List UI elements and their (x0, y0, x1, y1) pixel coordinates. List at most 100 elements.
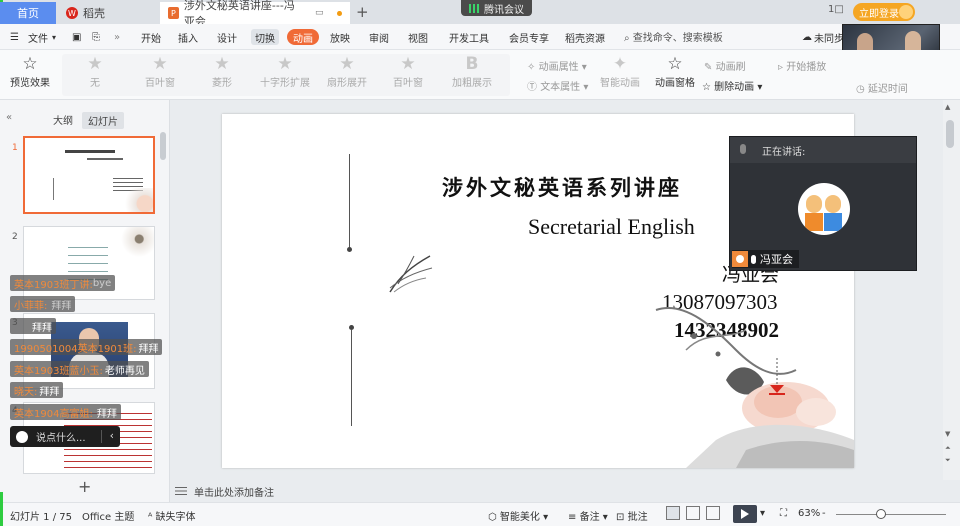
monitor-icon[interactable]: ▭ (315, 8, 324, 18)
smart-beautify-button[interactable]: ⬡ 智能美化 ▾ (488, 508, 548, 523)
effect-bold-show[interactable]: B 加粗展示 (452, 54, 492, 89)
slide-thumbnail-1[interactable] (23, 136, 155, 214)
panel-scrollbar[interactable] (160, 132, 166, 160)
effect-label: 百叶窗 (393, 78, 423, 89)
scroll-down-icon[interactable]: ▼ (945, 430, 950, 438)
chat-text: 拜拜 (51, 300, 72, 312)
microphone-icon (740, 144, 746, 154)
comment-button[interactable]: ⊡ 批注 (616, 508, 648, 523)
animation-brush-label: 动画刷 (715, 62, 746, 73)
sync-label: 未同步 (814, 33, 844, 45)
theme-name[interactable]: Office 主题 (82, 508, 134, 523)
save-icon[interactable]: ▣ (72, 29, 81, 45)
text-properties-dropdown[interactable]: Ⓣ 文本属性 ▾ (527, 78, 588, 93)
command-search[interactable]: ⌕ 查找命令、搜索模板 (624, 29, 723, 44)
preview-effect-button[interactable]: ☆ 预览效果 (10, 54, 50, 89)
menu-developer[interactable]: 开发工具 (449, 29, 489, 45)
zoom-slider[interactable] (836, 514, 946, 515)
start-play-dropdown[interactable]: ▹ 开始播放 (778, 58, 826, 73)
effect-cross-expand[interactable]: ★ 十字形扩展 (260, 54, 310, 89)
play-options-icon[interactable]: ▾ (760, 508, 765, 519)
speaking-panel[interactable]: 正在讲话: 冯亚会 (729, 136, 917, 271)
notes-bar[interactable]: 单击此处添加备注 (171, 480, 960, 502)
fit-window-icon[interactable]: ⛶ (780, 508, 787, 519)
tab-document[interactable]: P 涉外文秘英语讲座---冯亚会 ▭ (160, 0, 350, 28)
collapse-icon[interactable]: « (6, 112, 12, 123)
meeting-indicator[interactable]: 腾讯会议 (461, 0, 532, 16)
menu-review[interactable]: 审阅 (369, 29, 389, 45)
menu-slideshow[interactable]: 放映 (330, 29, 350, 45)
hamburger-icon[interactable]: ☰ (10, 29, 19, 45)
chat-input[interactable]: 说点什么... ‹ (10, 426, 120, 447)
effect-blinds[interactable]: ★ 百叶窗 (145, 54, 175, 89)
effect-none[interactable]: ★ 无 (84, 54, 106, 89)
menu-member[interactable]: 会员专享 (509, 29, 549, 45)
prev-page-icon[interactable]: ⏶ (945, 444, 951, 453)
tab-docer[interactable]: W 稻壳 (58, 2, 158, 24)
menu-design[interactable]: 设计 (217, 29, 237, 45)
slide-sorter-icon[interactable] (686, 506, 700, 520)
zoom-level[interactable]: 63% (798, 508, 820, 519)
vertical-scrollbar[interactable]: ▲ ▼ ⏶ ⏷ (943, 100, 960, 480)
decorative-dot (347, 247, 352, 252)
more-icon[interactable]: » (114, 29, 120, 45)
emoji-icon[interactable] (16, 430, 28, 443)
new-tab-icon[interactable]: + (356, 3, 369, 21)
chevron-left-icon[interactable]: ‹ (110, 429, 114, 442)
tab-slides[interactable]: 幻灯片 (82, 112, 124, 129)
comment-icon: ⊡ (616, 512, 625, 523)
chat-message: 英本1903班蓝小玉: 老师再见 (10, 361, 149, 377)
window-edge (0, 492, 3, 526)
tab-home[interactable]: 首页 (0, 2, 56, 24)
add-slide-icon[interactable]: + (78, 477, 91, 496)
play-slideshow-button[interactable] (733, 505, 757, 523)
unsaved-dot-icon (337, 10, 342, 16)
thumb-title-line (65, 150, 115, 153)
animation-properties-dropdown[interactable]: ✧ 动画属性 ▾ (527, 58, 587, 73)
delete-animation-button[interactable]: ☆ 删除动画 ▾ (702, 78, 762, 93)
normal-view-icon[interactable] (666, 506, 680, 520)
animation-brush-button[interactable]: ✎ 动画刷 (704, 58, 746, 73)
scroll-thumb[interactable] (946, 120, 954, 148)
animation-pane-label: 动画窗格 (655, 78, 695, 89)
scroll-up-icon[interactable]: ▲ (945, 103, 950, 111)
effect-label: 扇形展开 (327, 78, 367, 89)
smart-animation-button[interactable]: ✦ 智能动画 (600, 54, 640, 89)
effect-blinds-2[interactable]: ★ 百叶窗 (393, 54, 423, 89)
export-icon[interactable]: ⎘ (92, 29, 100, 45)
notes-toggle-button[interactable]: ≡ 备注 ▾ (568, 508, 608, 523)
chat-message: 小菲菲: 拜拜 (10, 296, 76, 312)
chat-text: 拜拜 (138, 343, 159, 355)
slide-subtitle[interactable]: Secretarial English (528, 214, 695, 240)
tab-outline[interactable]: 大纲 (53, 112, 73, 127)
login-button[interactable]: 立即登录 (853, 3, 915, 21)
menu-insert[interactable]: 插入 (178, 29, 198, 45)
brush-icon: ✎ (704, 62, 713, 73)
menu-docer-resources[interactable]: 稻壳资源 (565, 29, 605, 45)
missing-font-button[interactable]: ᴬ 缺失字体 (148, 508, 196, 523)
zoom-out-icon[interactable]: - (822, 508, 826, 519)
thumb-flower-art (117, 188, 153, 212)
menu-view[interactable]: 视图 (408, 29, 428, 45)
effect-fan[interactable]: ★ 扇形展开 (327, 54, 367, 89)
next-page-icon[interactable]: ⏷ (945, 456, 951, 465)
user-icon (732, 251, 748, 267)
sync-status[interactable]: ☁ 未同步 (802, 29, 844, 45)
effect-diamond[interactable]: ★ 菱形 (211, 54, 233, 89)
chevron-down-icon: ▾ (52, 32, 57, 42)
reading-view-icon[interactable] (706, 506, 720, 520)
menu-transition[interactable]: 切换 (251, 29, 279, 45)
menu-file[interactable]: 文件 ▾ (28, 29, 56, 45)
chat-text: bye (92, 277, 112, 289)
slide-title[interactable]: 涉外文秘英语系列讲座 (442, 172, 682, 202)
menu-start[interactable]: 开始 (141, 29, 161, 45)
animation-pane-button[interactable]: ☆ 动画窗格 (655, 54, 695, 89)
star-icon: ★ (339, 54, 355, 74)
ink-grass-art (389, 255, 433, 293)
zoom-slider-knob[interactable] (876, 509, 886, 519)
layout-icon[interactable]: 1□ (828, 4, 844, 15)
start-play-label: 开始播放 (786, 62, 827, 73)
smart-beautify-label: 智能美化 (499, 512, 540, 523)
menu-animation[interactable]: 动画 (287, 29, 319, 45)
delay-time-field[interactable]: ◷ 延迟时间 (856, 80, 908, 95)
